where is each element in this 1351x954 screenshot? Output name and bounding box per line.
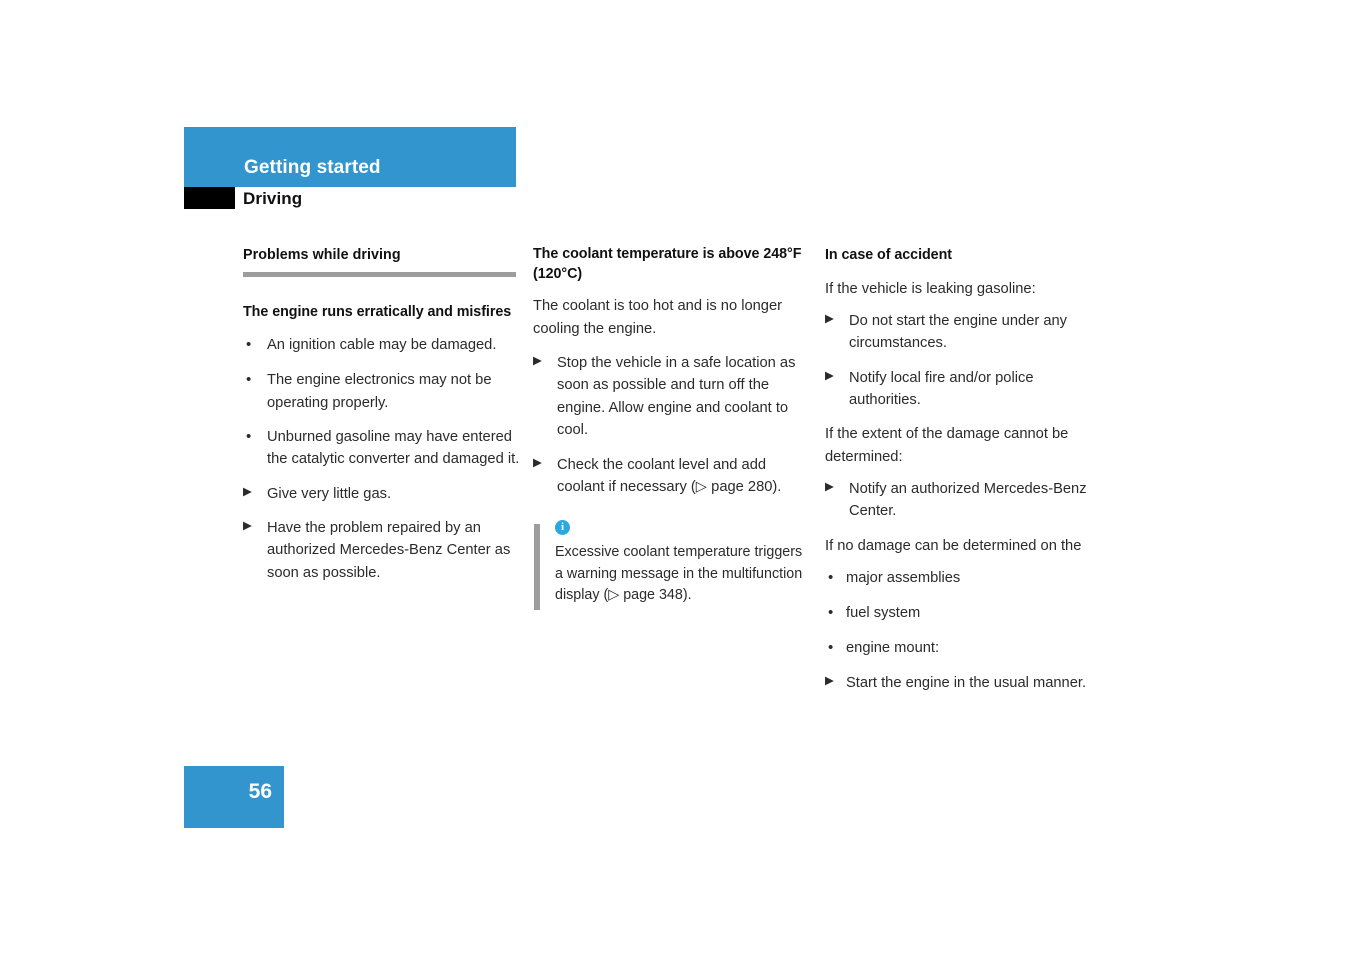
list-item-text: The engine electronics may not be operat… xyxy=(267,372,492,411)
info-note-box: i Excessive coolant temperature triggers… xyxy=(533,520,810,611)
bullet-dot-icon: • xyxy=(828,638,834,656)
list-item-text: Unburned gasoline may have entered the c… xyxy=(267,428,520,468)
bullet-dot-icon: • xyxy=(828,569,834,587)
manual-page: Getting started Driving Problems while d… xyxy=(0,0,1351,954)
subsection-title: The engine runs erratically and misfires xyxy=(243,303,512,320)
list-item-text: engine mount: xyxy=(846,639,940,656)
list-item-text: Give very little gas. xyxy=(267,485,392,502)
triangle-bullet-icon: ▶ xyxy=(825,481,834,494)
list-item: ▶ Stop the vehicle in a safe location as… xyxy=(533,352,810,441)
list-item-text: Do not start the engine under any circum… xyxy=(849,313,1068,352)
list-item: ▶ Check the coolant level and add coolan… xyxy=(533,454,810,499)
intro-paragraph: If no damage can be determined on the xyxy=(825,537,1082,554)
section-rule xyxy=(243,271,516,277)
intro-paragraph: If the vehicle is leaking gasoline: xyxy=(825,280,1036,297)
page-number-box: 56 xyxy=(184,766,284,828)
list-item: • An ignition cable may be damaged. xyxy=(243,334,520,357)
header-black-tab xyxy=(184,187,235,209)
header-banner-title: Getting started xyxy=(244,157,381,178)
subsection-title: The coolant temperature is above 248°F (… xyxy=(533,246,802,282)
bullet-dot-icon: • xyxy=(828,603,834,621)
list-item-text: Notify an authorized Mercedes-Benz Cente… xyxy=(849,481,1087,520)
intro-paragraph: The coolant is too hot and is no longer … xyxy=(533,298,783,337)
list-item: • Unburned gasoline may have entered the… xyxy=(243,426,520,471)
list-item-text: Start the engine in the usual manner. xyxy=(846,674,1087,691)
list-item: ▶ Have the problem repaired by an author… xyxy=(243,517,520,584)
list-item: • fuel system xyxy=(825,602,1102,625)
triangle-bullet-icon: ▶ xyxy=(825,369,834,382)
list-item-text: fuel system xyxy=(846,604,921,621)
column-two: The coolant temperature is above 248°F (… xyxy=(533,245,810,611)
list-item: ▶ Notify an authorized Mercedes-Benz Cen… xyxy=(825,478,1102,523)
list-item: ▶ Do not start the engine under any circ… xyxy=(825,310,1102,355)
list-item-text: Check the coolant level and add coolant … xyxy=(557,456,782,495)
bullet-dot-icon: • xyxy=(246,336,252,354)
header-subtitle: Driving xyxy=(243,189,303,208)
list-item-text: Have the problem repaired by an authoriz… xyxy=(267,519,511,581)
triangle-bullet-icon: ▶ xyxy=(825,674,834,687)
header-banner: Getting started xyxy=(184,127,516,187)
triangle-bullet-icon: ▶ xyxy=(243,485,252,498)
note-side-bar xyxy=(534,524,540,611)
triangle-bullet-icon: ▶ xyxy=(533,355,542,368)
bullet-dot-icon: • xyxy=(246,427,252,445)
list-item: ▶ Notify local fire and/or police author… xyxy=(825,367,1102,412)
bullet-dot-icon: • xyxy=(246,371,252,389)
note-text: Excessive coolant temperature triggers a… xyxy=(555,544,803,604)
section-title: Problems while driving xyxy=(243,247,401,263)
column-three: In case of accident If the vehicle is le… xyxy=(825,245,1102,706)
list-item-text: major assemblies xyxy=(846,570,961,587)
triangle-bullet-icon: ▶ xyxy=(825,313,834,326)
list-item: ▶ Give very little gas. xyxy=(243,483,520,505)
list-item: • major assemblies xyxy=(825,567,1102,590)
list-item: • engine mount: xyxy=(825,637,1102,660)
page-number: 56 xyxy=(248,780,272,803)
subsection-title: In case of accident xyxy=(825,247,952,263)
intro-paragraph: If the extent of the damage cannot be de… xyxy=(825,426,1069,465)
list-item-text: Notify local fire and/or police authorit… xyxy=(849,369,1034,409)
list-item-text: An ignition cable may be damaged. xyxy=(267,337,497,354)
list-item-text: Stop the vehicle in a safe location as s… xyxy=(557,355,796,439)
triangle-bullet-icon: ▶ xyxy=(243,519,252,532)
info-icon: i xyxy=(555,520,570,536)
column-one: Problems while driving The engine runs e… xyxy=(243,245,520,596)
list-item: ▶ Start the engine in the usual manner. xyxy=(825,672,1102,694)
triangle-bullet-icon: ▶ xyxy=(533,456,542,469)
list-item: • The engine electronics may not be oper… xyxy=(243,369,520,414)
